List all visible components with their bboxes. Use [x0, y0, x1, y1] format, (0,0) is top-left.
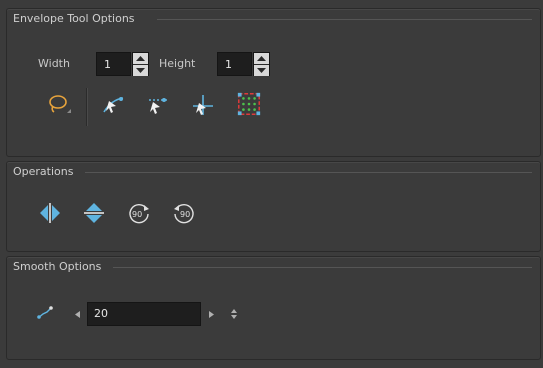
envelope-cross-icon [193, 95, 213, 115]
smooth-slider-icon-wrap [35, 302, 55, 322]
rotate-90-ccw-icon: 90 [174, 204, 194, 224]
height-label: Height [159, 57, 196, 70]
flip-vertical-icon [84, 203, 104, 223]
header-divider [85, 172, 532, 173]
header-divider [157, 19, 532, 20]
smooth-curve-icon [37, 306, 53, 319]
smooth-value-input[interactable]: 20 [87, 302, 201, 326]
width-label: Width [38, 57, 70, 70]
smooth-options-title: Smooth Options [13, 260, 102, 273]
width-stepper[interactable] [132, 52, 149, 76]
operations-panel: Operations 90 90 [6, 161, 541, 252]
width-input[interactable]: 1 [96, 52, 131, 76]
height-increment-button[interactable] [254, 53, 269, 64]
arrow-left-icon [75, 310, 80, 318]
envelope-skew-icon [149, 98, 167, 114]
smooth-options-panel: Smooth Options 20 [6, 256, 541, 360]
rotate-ccw-text: 90 [180, 210, 190, 219]
envelope-drag-button[interactable] [101, 92, 127, 118]
rotate-90-cw-icon: 90 [129, 204, 149, 224]
lasso-select-icon [49, 95, 71, 113]
arrow-right-icon [209, 310, 214, 318]
rotate-cw-text: 90 [132, 210, 142, 219]
envelope-skew-button[interactable] [145, 92, 171, 118]
width-increment-button[interactable] [133, 53, 148, 64]
envelope-options-panel: Envelope Tool Options Width 1 Height 1 [6, 8, 541, 157]
flip-horizontal-button[interactable] [37, 200, 63, 226]
operations-title: Operations [13, 165, 74, 178]
envelope-drag-icon [103, 97, 124, 113]
flip-horizontal-icon [40, 203, 60, 223]
width-decrement-button[interactable] [133, 65, 148, 76]
smooth-decrease-button[interactable] [73, 309, 83, 319]
lasso-select-button[interactable] [45, 91, 71, 117]
header-divider [113, 267, 532, 268]
envelope-grid-icon [237, 92, 261, 116]
height-stepper[interactable] [253, 52, 270, 76]
envelope-cross-button[interactable] [190, 92, 216, 118]
rotate-90-cw-button[interactable]: 90 [126, 200, 152, 226]
rotate-90-ccw-button[interactable]: 90 [171, 200, 197, 226]
smooth-increase-button[interactable] [206, 309, 216, 319]
height-input[interactable]: 1 [217, 52, 252, 76]
toolbar-separator [86, 88, 87, 126]
up-down-arrows-icon [231, 309, 237, 319]
envelope-options-title: Envelope Tool Options [13, 12, 135, 25]
height-decrement-button[interactable] [254, 65, 269, 76]
flip-vertical-button[interactable] [81, 200, 107, 226]
smooth-stepper-button[interactable] [229, 307, 239, 321]
envelope-grid-button[interactable] [236, 91, 262, 117]
